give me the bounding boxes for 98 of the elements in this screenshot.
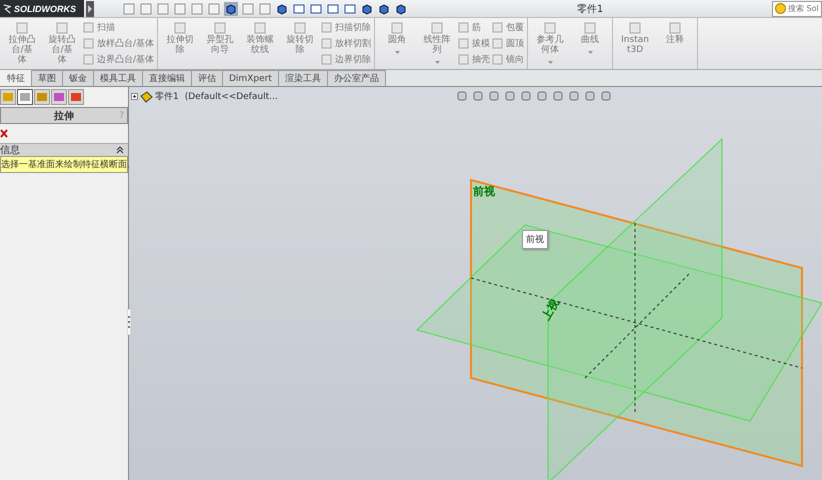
toolbar-icon[interactable] <box>156 2 170 16</box>
tab[interactable]: 特征 <box>0 70 32 86</box>
help-icon <box>775 3 786 14</box>
tab[interactable]: 直接编辑 <box>142 70 192 86</box>
cube-view-icon[interactable] <box>224 2 238 16</box>
ribbon-button[interactable]: 边界凸台/基体 <box>83 52 154 66</box>
caret-icon[interactable] <box>548 60 553 64</box>
section-header[interactable]: 信息 <box>0 143 128 156</box>
tab[interactable]: 评估 <box>191 70 223 86</box>
ribbon-button[interactable]: 扫描 <box>83 20 154 34</box>
ribbon-button[interactable]: 放样切割 <box>321 36 372 50</box>
plane-label: 上视 <box>539 296 562 322</box>
ribbon-button[interactable]: 旋转凸台/基体 <box>43 19 81 67</box>
view-tool-icon[interactable] <box>488 90 500 102</box>
ribbon-button[interactable]: 包覆 <box>492 20 524 34</box>
layout-icon[interactable] <box>309 2 323 16</box>
splitter-handle[interactable] <box>127 309 131 335</box>
feature-icon <box>492 38 504 48</box>
feature-icon <box>83 54 94 64</box>
tab[interactable]: 模具工具 <box>93 70 143 86</box>
ribbon-button[interactable]: 异型孔向导 <box>201 19 240 57</box>
part-icon <box>140 90 153 102</box>
plane-drawing[interactable] <box>470 178 803 468</box>
view-icon[interactable] <box>394 2 408 16</box>
section-title: 信息 <box>0 144 20 157</box>
toolbar-icon[interactable] <box>122 2 136 16</box>
caret-icon[interactable] <box>394 50 400 54</box>
layout-icon[interactable] <box>343 2 357 16</box>
ribbon-button[interactable]: 拔模 <box>458 36 490 50</box>
view-tool-icon[interactable] <box>584 90 596 102</box>
window-title: 零件1 <box>576 2 604 16</box>
view-tool-icon[interactable] <box>536 90 548 102</box>
ribbon-button[interactable]: 拉伸切除 <box>161 19 200 57</box>
feature-icon <box>321 54 332 64</box>
tree-item[interactable]: 零件1 <box>155 90 179 103</box>
plane-label: 前视 <box>473 185 495 198</box>
caret-icon[interactable] <box>588 50 593 54</box>
ribbon-button[interactable]: 筋 <box>458 20 490 34</box>
collapse-icon[interactable] <box>116 146 124 154</box>
panel-title: 拉伸 <box>54 110 74 122</box>
tab[interactable]: 办公室产品 <box>326 70 386 86</box>
tab[interactable]: DimXpert <box>222 70 279 86</box>
tab[interactable]: 草图 <box>31 70 63 86</box>
ribbon-button[interactable]: 曲线 <box>571 19 610 47</box>
ribbon-button[interactable]: 注释 <box>656 19 694 47</box>
caret-icon[interactable] <box>434 60 440 64</box>
panel-tab-icon <box>53 91 65 103</box>
panel-tab-icon <box>2 91 14 103</box>
toolbar-icon[interactable] <box>173 2 187 16</box>
tooltip: 前视 <box>522 230 548 249</box>
panel-tab-icon <box>19 91 31 103</box>
panel-tab[interactable] <box>17 89 33 105</box>
view-tool-icon[interactable] <box>552 90 564 102</box>
view-icon[interactable] <box>275 2 289 16</box>
tab[interactable]: 钣金 <box>62 70 94 86</box>
tab[interactable]: 渲染工具 <box>278 70 328 86</box>
ribbon-button[interactable]: 参考几何体 <box>531 19 570 57</box>
ribbon-button[interactable]: 线性阵列 <box>418 19 456 57</box>
feature-icon <box>492 22 504 32</box>
ribbon-button[interactable]: 圆顶 <box>492 36 524 50</box>
logo-text: SOLIDWORKS <box>14 4 76 14</box>
feature-icon <box>458 38 470 48</box>
ribbon-button[interactable]: 旋转切除 <box>281 19 320 57</box>
ribbon-button[interactable]: 边界切除 <box>321 52 372 66</box>
view-tool-icon[interactable] <box>472 90 484 102</box>
tree-config: (Default<<Default... <box>184 92 278 102</box>
view-tool-icon[interactable] <box>568 90 580 102</box>
view-tool-icon[interactable] <box>504 90 516 102</box>
feature-icon <box>492 54 504 64</box>
feature-icon <box>321 22 332 32</box>
cancel-icon[interactable] <box>0 129 8 138</box>
layout-icon[interactable] <box>292 2 306 16</box>
view-tool-icon[interactable] <box>600 90 612 102</box>
ribbon-button[interactable]: 抽壳 <box>458 52 490 66</box>
feature-icon <box>321 38 332 48</box>
feature-icon <box>458 22 470 32</box>
feature-icon <box>458 54 470 64</box>
panel-tab-icon <box>70 91 82 103</box>
layout-icon[interactable] <box>326 2 340 16</box>
view-icon[interactable] <box>360 2 374 16</box>
ribbon-button[interactable]: 装饰螺纹线 <box>241 19 280 57</box>
logo-icon <box>3 2 11 14</box>
feature-icon <box>83 22 94 32</box>
view-tool-icon[interactable] <box>520 90 532 102</box>
ribbon-button[interactable]: 放样凸台/基体 <box>83 36 154 50</box>
ribbon-button[interactable]: 拉伸凸台/基体 <box>3 19 41 67</box>
toolbar-icon[interactable] <box>139 2 153 16</box>
ribbon-button[interactable]: 圆角 <box>378 19 416 47</box>
toolbar-icon[interactable] <box>190 2 204 16</box>
feature-icon <box>83 38 94 48</box>
panel-tab-icon <box>36 91 48 103</box>
ribbon-button[interactable]: 镜向 <box>492 52 524 66</box>
search-field[interactable]: 搜索 Sol <box>772 0 822 16</box>
view-tool-icon[interactable] <box>456 90 468 102</box>
expand-icon[interactable] <box>131 93 138 100</box>
view-icon[interactable] <box>377 2 391 16</box>
ribbon-button[interactable]: Instant3D <box>616 19 654 57</box>
ribbon-button[interactable]: 扫描切除 <box>321 20 372 34</box>
